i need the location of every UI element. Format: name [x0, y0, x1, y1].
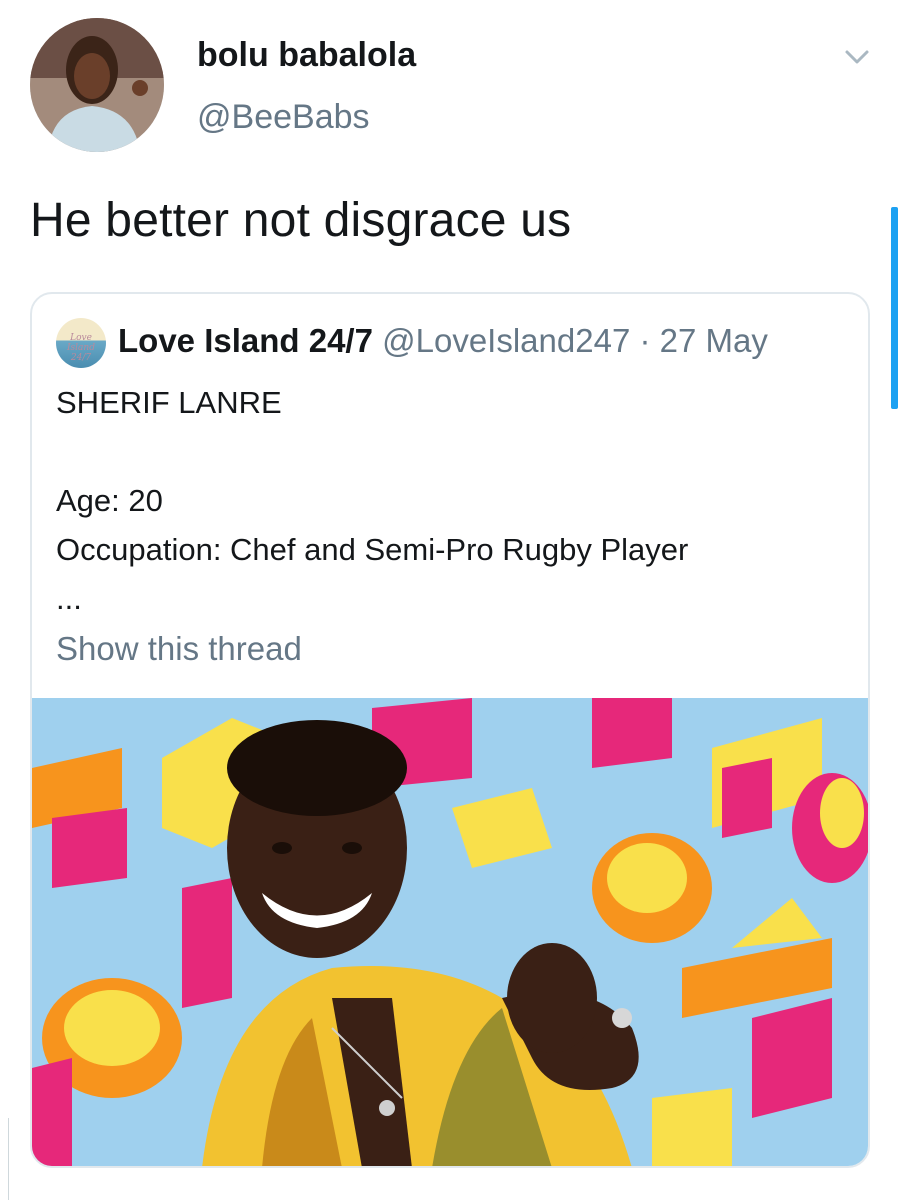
- quoted-avatar-logo-text: Love Island 24/7: [67, 333, 95, 363]
- scrollbar[interactable]: [891, 207, 898, 409]
- quoted-tweet-card[interactable]: Love Island 24/7 Love Island 24/7 @LoveI…: [30, 292, 870, 1168]
- contestant-photo: [32, 698, 868, 1166]
- quoted-line-age: Age: 20: [56, 483, 163, 518]
- quoted-tweet-header: Love Island 24/7 @LoveIsland247 · 27 May: [118, 322, 768, 360]
- avatar-photo: [30, 18, 164, 152]
- quoted-tweet-image[interactable]: [32, 698, 868, 1166]
- chevron-down-icon[interactable]: [842, 42, 872, 72]
- meta-separator: ·: [639, 322, 651, 359]
- quoted-author-display-name[interactable]: Love Island 24/7: [118, 322, 373, 359]
- quoted-author-avatar[interactable]: Love Island 24/7: [56, 318, 106, 368]
- quoted-line-blank: [56, 427, 688, 476]
- quoted-line-occupation: Occupation: Chef and Semi-Pro Rugby Play…: [56, 532, 689, 567]
- quoted-tweet-text: SHERIF LANRE Age: 20 Occupation: Chef an…: [56, 378, 688, 623]
- author-display-name[interactable]: bolu babalola: [197, 36, 416, 75]
- edge-divider: [0, 1118, 9, 1200]
- show-thread-link[interactable]: Show this thread: [56, 630, 302, 668]
- tweet-text: He better not disgrace us: [30, 194, 572, 247]
- quoted-line-ellipsis: ...: [56, 581, 82, 616]
- quoted-tweet-date[interactable]: 27 May: [660, 322, 768, 359]
- author-handle[interactable]: @BeeBabs: [197, 98, 370, 137]
- quoted-line-name: SHERIF LANRE: [56, 385, 282, 420]
- tweet-view: bolu babalola @BeeBabs He better not dis…: [0, 0, 901, 1200]
- author-avatar[interactable]: [30, 18, 164, 152]
- quoted-author-handle[interactable]: @LoveIsland247: [382, 322, 630, 359]
